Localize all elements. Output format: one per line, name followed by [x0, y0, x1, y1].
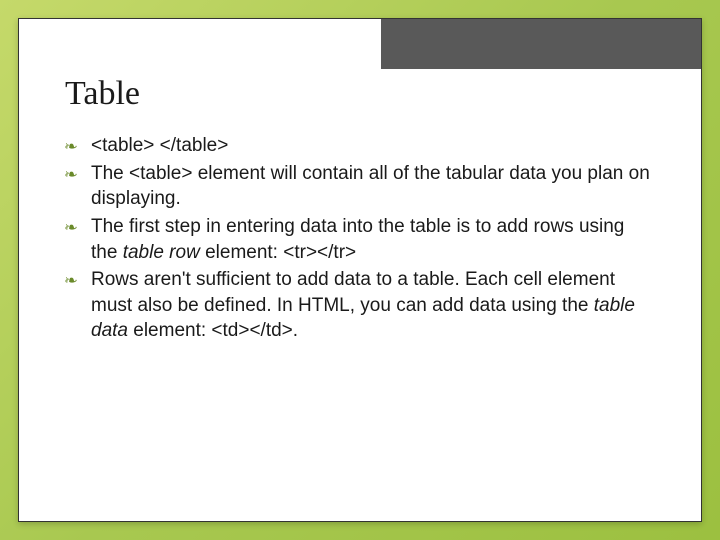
bullet-text: The <table> element will contain all of … — [91, 163, 650, 210]
header-accent-block — [381, 19, 701, 69]
leaf-bullet-icon: ❧ — [64, 165, 78, 184]
bullet-text-part: Rows aren't sufficient to add data to a … — [91, 269, 615, 316]
slide-body: ❧ <table> </table> ❧ The <table> element… — [65, 133, 655, 344]
bullet-item: ❧ The <table> element will contain all o… — [65, 161, 655, 212]
bullet-item: ❧ The first step in entering data into t… — [65, 214, 655, 265]
bullet-text-part: element: <tr></tr> — [200, 242, 356, 263]
slide-content: Table ❧ <table> </table> ❧ The <table> e… — [19, 19, 701, 376]
leaf-bullet-icon: ❧ — [64, 271, 78, 290]
bullet-text: <table> </table> — [91, 135, 228, 156]
leaf-bullet-icon: ❧ — [64, 218, 78, 237]
bullet-item: ❧ Rows aren't sufficient to add data to … — [65, 267, 655, 344]
leaf-bullet-icon: ❧ — [64, 137, 78, 156]
bullet-text-part: element: <td></td>. — [128, 320, 298, 341]
slide-container: Table ❧ <table> </table> ❧ The <table> e… — [18, 18, 702, 522]
bullet-item: ❧ <table> </table> — [65, 133, 655, 159]
bullet-text-italic: table row — [123, 242, 200, 263]
slide-title: Table — [65, 75, 655, 113]
